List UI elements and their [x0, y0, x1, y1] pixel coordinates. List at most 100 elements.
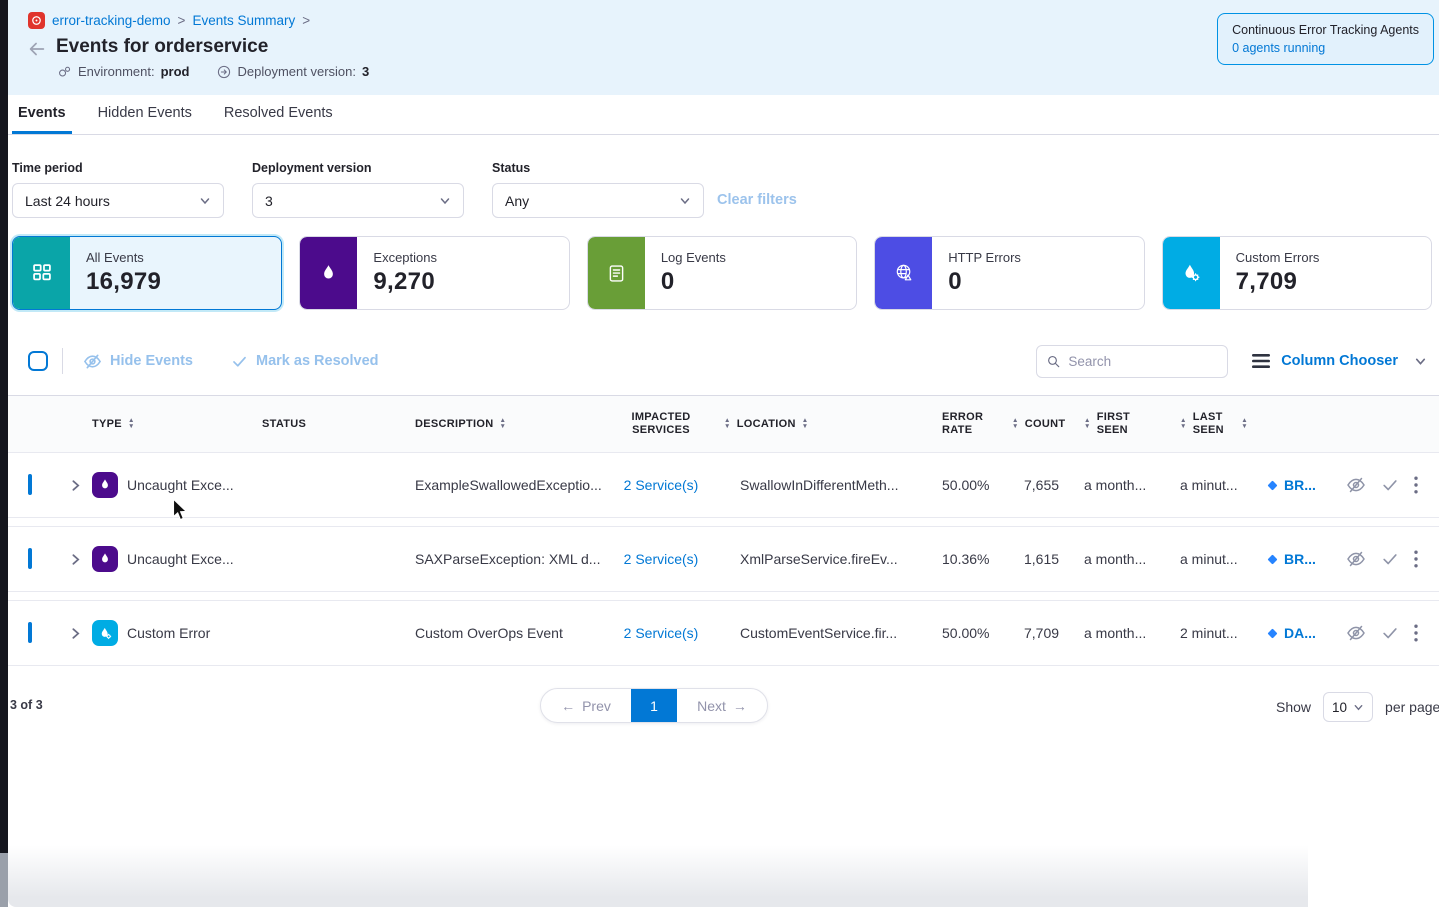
row-checkbox[interactable]	[28, 548, 32, 569]
hide-event-icon[interactable]	[1346, 475, 1366, 495]
resolve-event-icon[interactable]	[1381, 624, 1399, 642]
card-custom-errors[interactable]: Custom Errors 7,709	[1162, 236, 1432, 310]
mark-resolved-button[interactable]: Mark as Resolved	[231, 353, 379, 370]
card-value: 16,979	[86, 268, 161, 296]
header-meta: Environment: prod Deployment version: 3	[58, 64, 369, 79]
column-header-type: TYPE	[92, 418, 262, 431]
status-select[interactable]: Any	[492, 183, 704, 218]
check-icon	[231, 353, 248, 370]
jira-diamond-icon	[1266, 479, 1279, 492]
collapsed-nav-strip[interactable]	[0, 0, 8, 853]
hide-event-icon[interactable]	[1346, 549, 1366, 569]
breadcrumb-project-link[interactable]: error-tracking-demo	[52, 13, 171, 28]
row-menu-icon[interactable]	[1414, 476, 1418, 494]
row-checkbox[interactable]	[28, 622, 32, 643]
hide-events-button[interactable]: Hide Events	[83, 352, 193, 371]
chevron-down-icon	[679, 195, 691, 207]
card-label: Custom Errors	[1236, 250, 1320, 265]
impacted-services-link[interactable]: 2 Service(s)	[606, 551, 716, 567]
sort-icon[interactable]	[499, 418, 506, 430]
tab-events[interactable]: Events	[12, 95, 72, 134]
expand-row-chevron-icon[interactable]	[58, 553, 92, 566]
impacted-services-link[interactable]: 2 Service(s)	[606, 477, 716, 493]
grid-icon	[31, 262, 53, 284]
card-log-events[interactable]: Log Events 0	[587, 236, 857, 310]
first-seen-cell: a month...	[1060, 625, 1156, 641]
event-type-cell: Uncaught Exce...	[92, 472, 262, 498]
breadcrumb-events-summary-link[interactable]: Events Summary	[192, 13, 295, 28]
sort-icon[interactable]	[1180, 418, 1187, 430]
jira-ticket-link[interactable]: BR...	[1248, 551, 1330, 567]
impacted-services-link[interactable]: 2 Service(s)	[606, 625, 716, 641]
time-period-value: Last 24 hours	[25, 193, 110, 209]
deployment-version-filter: Deployment version 3	[252, 161, 464, 218]
table-row[interactable]: Uncaught Exce... SAXParseException: XML …	[0, 526, 1439, 592]
card-value: 0	[661, 268, 726, 296]
card-exceptions[interactable]: Exceptions 9,270	[299, 236, 569, 310]
table-row[interactable]: Custom Error Custom OverOps Event 2 Serv…	[0, 600, 1439, 666]
row-menu-icon[interactable]	[1414, 550, 1418, 568]
tab-bar: Events Hidden Events Resolved Events	[0, 95, 1439, 135]
jira-diamond-icon	[1266, 627, 1279, 640]
chevron-down-icon	[1353, 702, 1364, 713]
row-checkbox[interactable]	[28, 474, 32, 495]
tab-hidden-events[interactable]: Hidden Events	[92, 95, 198, 134]
select-all-checkbox[interactable]	[28, 351, 48, 371]
search-input[interactable]	[1068, 354, 1217, 369]
resolve-event-icon[interactable]	[1381, 550, 1399, 568]
table-toolbar: Hide Events Mark as Resolved Column Choo…	[28, 344, 1427, 378]
column-header-count: COUNT	[998, 418, 1060, 431]
chevron-down-icon[interactable]	[1414, 355, 1427, 368]
agents-running-link[interactable]: 0 agents running	[1232, 41, 1419, 55]
column-chooser-button[interactable]: Column Chooser	[1281, 353, 1398, 369]
card-all-events[interactable]: All Events 16,979	[12, 236, 282, 310]
card-label: HTTP Errors	[948, 250, 1021, 265]
arrow-left-icon: ←	[561, 698, 575, 714]
card-label: All Events	[86, 250, 161, 265]
page-size-select[interactable]: 10	[1323, 692, 1373, 722]
column-header-description: DESCRIPTION	[384, 418, 606, 431]
description-cell: Custom OverOps Event	[384, 625, 606, 641]
expand-row-chevron-icon[interactable]	[58, 627, 92, 640]
table-row[interactable]: Uncaught Exce... ExampleSwallowedExcepti…	[0, 452, 1439, 518]
column-header-impacted-services: IMPACTED SERVICES	[606, 411, 716, 437]
resolve-event-icon[interactable]	[1381, 476, 1399, 494]
deployment-version-select[interactable]: 3	[252, 183, 464, 218]
columns-menu-icon[interactable]	[1252, 354, 1270, 368]
jira-ticket-link[interactable]: BR...	[1248, 477, 1330, 493]
breadcrumb-separator: >	[178, 13, 186, 28]
sort-icon[interactable]	[1012, 418, 1019, 430]
results-summary: 3 of 3	[10, 698, 43, 712]
column-header-error-rate: ERROR RATE	[902, 411, 998, 437]
search-icon	[1047, 354, 1060, 369]
jira-ticket-link[interactable]: DA...	[1248, 625, 1330, 641]
sort-icon[interactable]	[1084, 418, 1091, 430]
time-period-select[interactable]: Last 24 hours	[12, 183, 224, 218]
tab-resolved-events[interactable]: Resolved Events	[218, 95, 339, 134]
first-seen-cell: a month...	[1060, 477, 1156, 493]
event-type-cell: Uncaught Exce...	[92, 546, 262, 572]
expand-row-chevron-icon[interactable]	[58, 479, 92, 492]
card-http-errors[interactable]: HTTP Errors 0	[874, 236, 1144, 310]
last-seen-cell: a minut...	[1156, 551, 1248, 567]
show-label: Show	[1276, 699, 1311, 715]
environment-icon	[58, 65, 72, 79]
sort-icon[interactable]	[1241, 418, 1248, 430]
environment-label: Environment:	[78, 64, 155, 79]
clear-filters-button[interactable]: Clear filters	[717, 192, 797, 208]
toolbar-divider	[62, 348, 63, 374]
page-number-button[interactable]: 1	[631, 689, 677, 722]
stat-cards: All Events 16,979 Exceptions 9,270 Log E…	[12, 236, 1432, 310]
next-page-button[interactable]: Next →	[677, 689, 767, 722]
row-menu-icon[interactable]	[1414, 624, 1418, 642]
sort-icon[interactable]	[128, 418, 135, 430]
sort-icon[interactable]	[802, 418, 809, 430]
hide-event-icon[interactable]	[1346, 623, 1366, 643]
sort-icon[interactable]	[724, 418, 731, 430]
pagination: ← Prev 1 Next →	[540, 688, 768, 723]
prev-page-button[interactable]: ← Prev	[541, 689, 631, 722]
flame-gear-icon	[1180, 262, 1202, 284]
deployment-version-value: 3	[265, 193, 273, 209]
back-arrow-icon[interactable]	[26, 38, 48, 65]
count-cell: 7,655	[998, 477, 1060, 493]
